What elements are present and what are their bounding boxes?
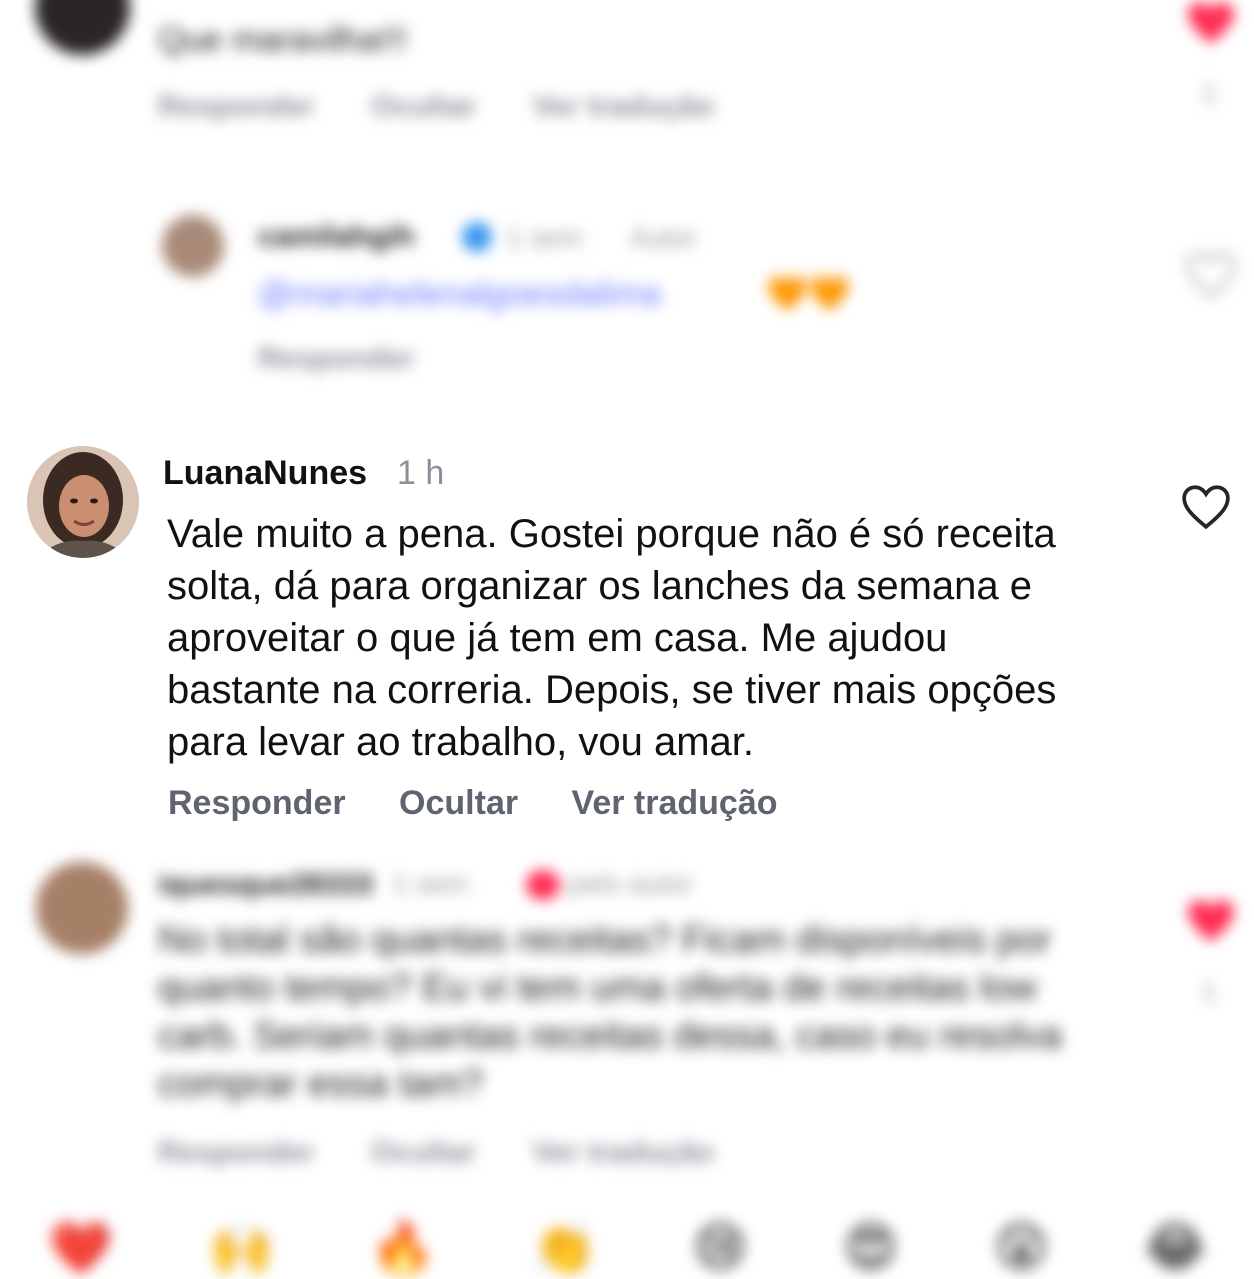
comment-actions: Responder Ocultar Ver tradução — [158, 90, 762, 124]
avatar[interactable] — [35, 0, 130, 55]
comment-actions: Responder Ocultar Ver tradução — [168, 784, 822, 823]
emoji-reaction[interactable]: 🔥 — [371, 1218, 436, 1278]
comment-time: 1 h — [397, 454, 445, 492]
emoji-reaction[interactable]: 🙌 — [209, 1218, 274, 1278]
emoji-text: 🧡🧡 — [766, 275, 851, 313]
author-like-badge: pelo autor — [568, 868, 693, 899]
comment-time: 1 sem — [506, 222, 583, 253]
comment-actions: Responder Ocultar Ver tradução — [158, 1136, 762, 1170]
translate-button[interactable]: Ver tradução — [532, 1136, 714, 1169]
translate-button[interactable]: Ver tradução — [572, 784, 778, 822]
heart-filled-icon[interactable] — [1186, 898, 1236, 944]
comment-actions: Responder — [258, 342, 463, 376]
emoji-reaction[interactable]: 👏 — [532, 1218, 597, 1278]
hide-button[interactable]: Ocultar — [399, 784, 518, 822]
emoji-reaction-bar: ❤️ 🙌 🔥 👏 😢 😍 😮 😂 — [0, 1218, 1254, 1278]
comment-username[interactable]: LuanaNunes — [163, 454, 367, 493]
heart-outline-icon[interactable] — [1181, 484, 1231, 530]
emoji-reaction[interactable]: 😍 — [844, 1218, 898, 1277]
portrait-image — [27, 446, 139, 558]
hide-button[interactable]: Ocultar — [371, 1136, 476, 1169]
blurred-comments-bottom: iquesque28333 1 sem pelo autor No total … — [0, 850, 1254, 1278]
comment-time: 1 sem — [392, 868, 469, 899]
blurred-comments-top: Que maravilha!!! Responder Ocultar Ver t… — [0, 0, 1254, 430]
mention-link[interactable]: @mariahelenalgoesdalima — [258, 270, 661, 318]
translate-button[interactable]: Ver tradução — [532, 90, 714, 123]
verified-icon — [462, 222, 492, 252]
like-count: 1 — [1202, 78, 1217, 108]
reply-button[interactable]: Responder — [158, 90, 315, 123]
avatar[interactable] — [36, 862, 128, 954]
reply-button[interactable]: Responder — [158, 1136, 315, 1169]
avatar[interactable] — [27, 446, 139, 558]
comment-text: Que maravilha!!! — [158, 21, 408, 59]
emoji-reaction[interactable]: 😂 — [1145, 1218, 1206, 1277]
heart-filled-icon — [526, 870, 560, 900]
comment-focused: LuanaNunes 1 h Vale muito a pena. Gostei… — [0, 436, 1254, 846]
comment-username[interactable]: iquesque28333 — [158, 868, 373, 902]
emoji-reaction[interactable]: 😮 — [994, 1218, 1048, 1277]
comment-username[interactable]: camilahgih — [258, 220, 415, 254]
hide-button[interactable]: Ocultar — [371, 90, 476, 123]
comment-text: No total são quantas receitas? Ficam dis… — [158, 919, 1063, 1105]
emoji-reaction[interactable]: 😢 — [693, 1218, 747, 1277]
emoji-reaction[interactable]: ❤️ — [48, 1218, 113, 1278]
reply-button[interactable]: Responder — [258, 342, 415, 375]
comment-text: Vale muito a pena. Gostei porque não é s… — [167, 512, 1057, 764]
heart-outline-icon[interactable] — [1186, 252, 1236, 298]
avatar[interactable] — [162, 215, 224, 277]
reply-button[interactable]: Responder — [168, 784, 346, 822]
heart-filled-icon[interactable] — [1186, 0, 1236, 46]
like-count: 1 — [1202, 976, 1217, 1006]
author-label: Autor — [630, 222, 697, 253]
